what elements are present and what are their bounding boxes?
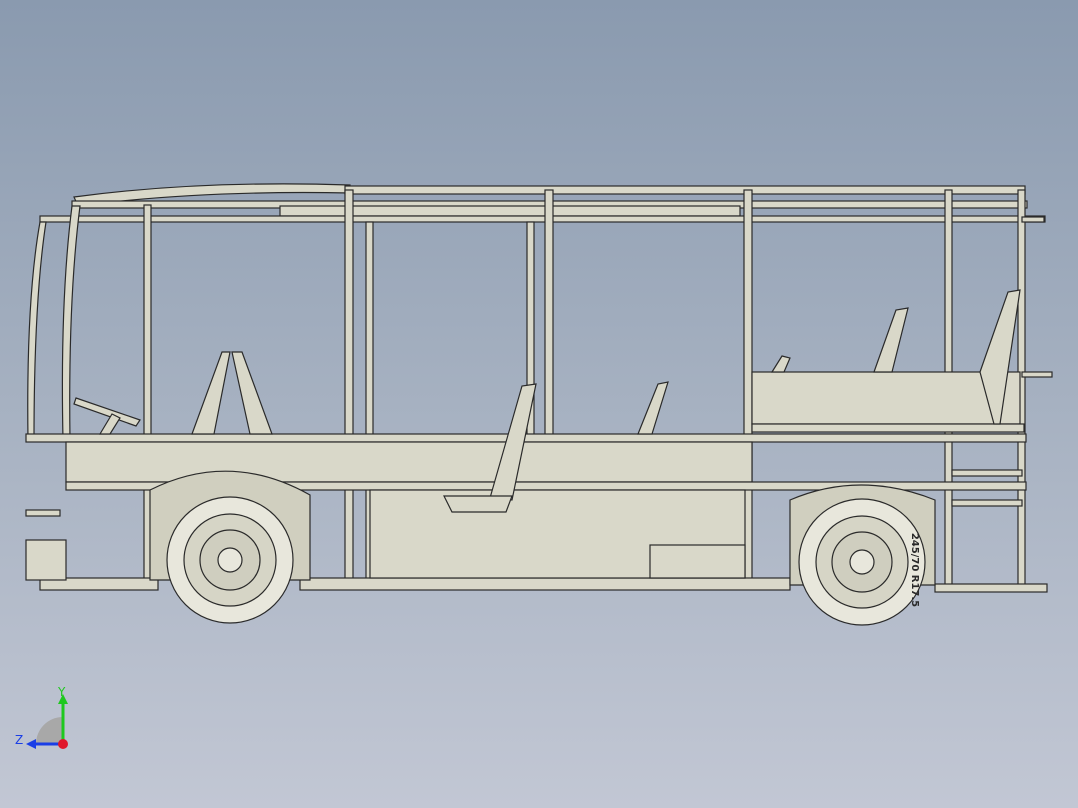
- cad-viewport[interactable]: 245/70 R17.5: [0, 0, 1078, 808]
- steering-column: [98, 413, 121, 435]
- roof-rail-top: [344, 185, 1026, 195]
- front-bumper: [25, 539, 67, 581]
- front-seat-1: [191, 351, 231, 435]
- rear-raised-floor: [751, 371, 1021, 425]
- rear-bar-4: [951, 499, 1023, 507]
- y-axis-label: Y: [57, 686, 66, 699]
- front-seat-2: [231, 351, 273, 435]
- rear-bar-1: [1021, 216, 1045, 223]
- orientation-triad[interactable]: Y Z: [12, 686, 82, 752]
- z-axis-head-icon: [26, 739, 36, 749]
- rear-floor-beam: [751, 423, 1025, 433]
- front-wheel: [166, 496, 294, 624]
- passenger-seat-4: [873, 307, 909, 373]
- rear-wheel: [798, 498, 926, 626]
- step-well: [649, 544, 746, 579]
- lower-sill-rear: [934, 583, 1048, 593]
- passenger-seat-2: [637, 381, 669, 435]
- front-lower-bar: [25, 509, 61, 517]
- passenger-seat-cushion: [443, 495, 513, 513]
- rear-bar-2: [1021, 371, 1053, 378]
- bus-frame-model[interactable]: [25, 183, 1053, 626]
- chassis-side-panel: [65, 441, 753, 483]
- z-axis-label: Z: [15, 733, 23, 747]
- passenger-seat-3: [770, 355, 791, 373]
- tire-sidewall-text: 245/70 R17.5: [909, 533, 920, 607]
- x-axis-dot-icon: [58, 739, 68, 749]
- lower-sill-mid: [299, 577, 791, 591]
- triad-arc-icon: [36, 717, 63, 744]
- rear-bar-3: [951, 469, 1023, 477]
- front-pillar-outer: [27, 221, 47, 441]
- pillar-2: [344, 189, 354, 586]
- roof-crossbar: [39, 215, 1046, 223]
